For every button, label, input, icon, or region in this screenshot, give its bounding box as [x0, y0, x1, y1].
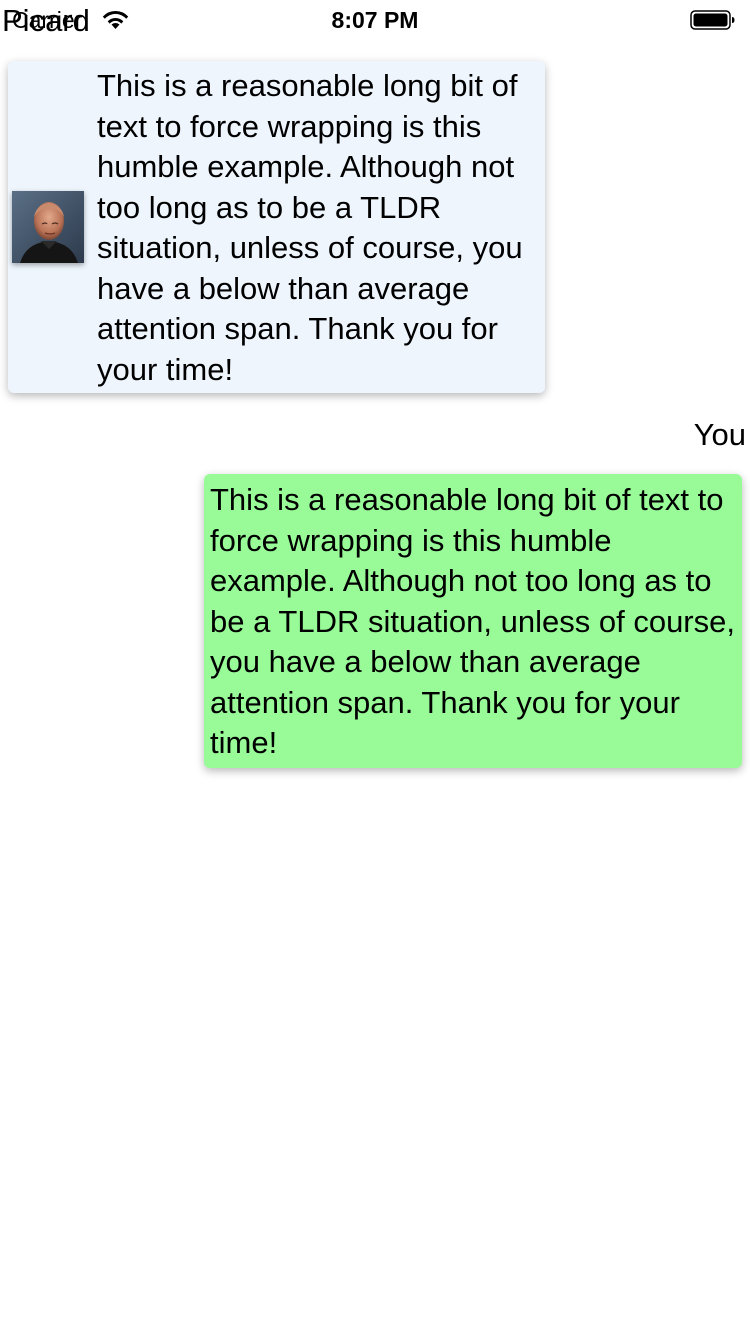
- avatar[interactable]: [12, 191, 84, 263]
- battery-full-icon: [690, 8, 736, 32]
- picard-avatar-image: [12, 191, 84, 263]
- status-time: 8:07 PM: [331, 7, 419, 33]
- outgoing-message-bubble: This is a reasonable long bit of text to…: [204, 474, 742, 768]
- status-bar: Carrier 8:07 PM: [0, 0, 750, 40]
- incoming-message-text: This is a reasonable long bit of text to…: [97, 68, 523, 387]
- outgoing-message-text: This is a reasonable long bit of text to…: [210, 482, 735, 760]
- sender-name-incoming: Picard: [2, 3, 90, 38]
- sender-name-outgoing: You: [693, 417, 746, 452]
- incoming-message-bubble: This is a reasonable long bit of text to…: [8, 61, 545, 393]
